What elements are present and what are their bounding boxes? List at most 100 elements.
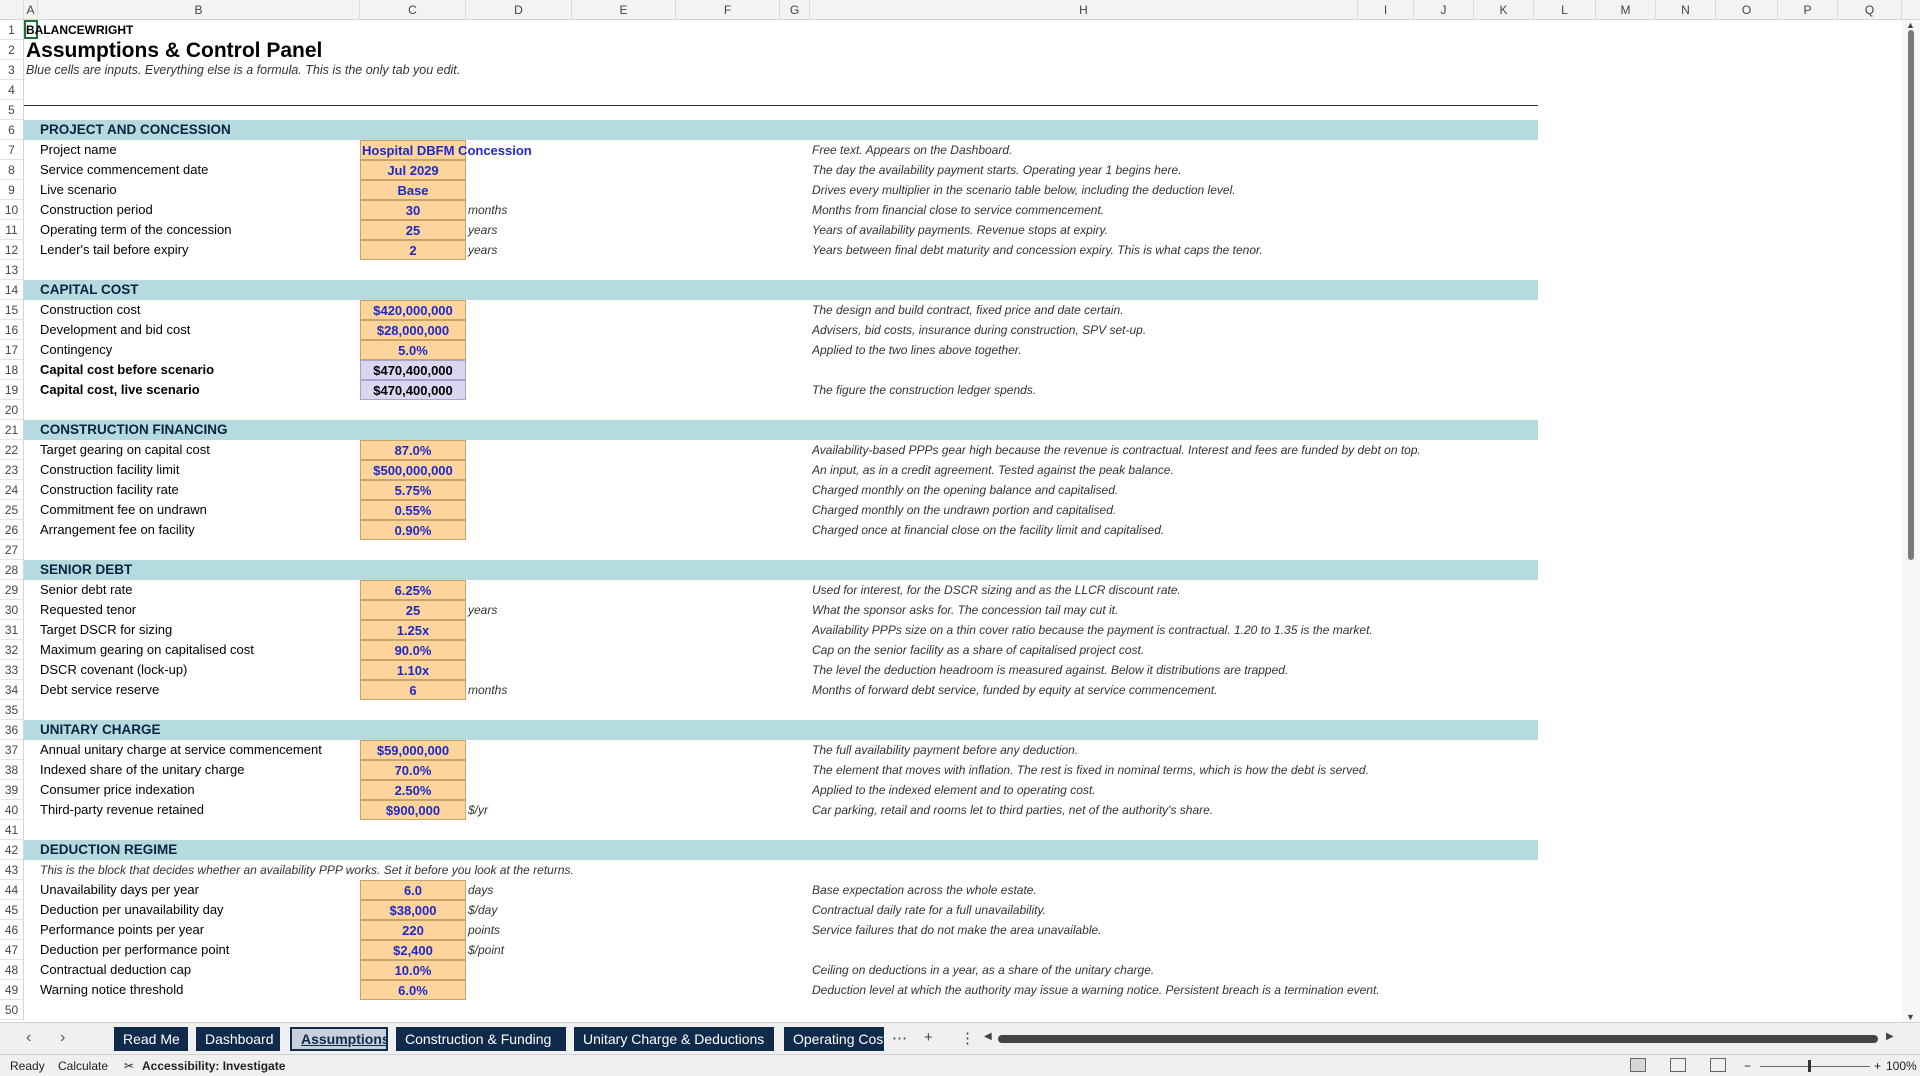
row-label[interactable]: Requested tenor bbox=[40, 600, 136, 620]
input-deduction-cap[interactable]: 10.0% bbox=[360, 960, 466, 980]
row-label[interactable]: Maximum gearing on capitalised cost bbox=[40, 640, 254, 660]
row-header[interactable]: 20 bbox=[0, 400, 24, 420]
col-header-b[interactable]: B bbox=[38, 0, 360, 20]
col-header-h[interactable]: H bbox=[810, 0, 1358, 20]
input-service-commencement[interactable]: Jul 2029 bbox=[360, 160, 466, 180]
row-label[interactable]: Development and bid cost bbox=[40, 320, 190, 340]
row-header[interactable]: 24 bbox=[0, 480, 24, 500]
row-label[interactable]: Service commencement date bbox=[40, 160, 208, 180]
row-header[interactable]: 36 bbox=[0, 720, 24, 740]
col-header-o[interactable]: O bbox=[1716, 0, 1778, 20]
row-header[interactable]: 47 bbox=[0, 940, 24, 960]
input-development-cost[interactable]: $28,000,000 bbox=[360, 320, 466, 340]
row-note[interactable]: Advisers, bid costs, insurance during co… bbox=[812, 320, 1146, 340]
row-label[interactable]: Construction period bbox=[40, 200, 153, 220]
row-header[interactable]: 34 bbox=[0, 680, 24, 700]
row-note[interactable]: Applied to the indexed element and to op… bbox=[812, 780, 1096, 800]
row-label[interactable]: Deduction per performance point bbox=[40, 940, 229, 960]
row-header[interactable]: 11 bbox=[0, 220, 24, 240]
input-construction-period[interactable]: 30 bbox=[360, 200, 466, 220]
row-label[interactable]: Indexed share of the unitary charge bbox=[40, 760, 245, 780]
row-note[interactable]: Availability PPPs size on a thin cover r… bbox=[812, 620, 1373, 640]
row-label[interactable]: Construction facility limit bbox=[40, 460, 179, 480]
input-indexed-share[interactable]: 70.0% bbox=[360, 760, 466, 780]
input-requested-tenor[interactable]: 25 bbox=[360, 600, 466, 620]
col-header-k[interactable]: K bbox=[1474, 0, 1534, 20]
col-header-d[interactable]: D bbox=[466, 0, 572, 20]
row-note[interactable]: Used for interest, for the DSCR sizing a… bbox=[812, 580, 1181, 600]
row-header[interactable]: 33 bbox=[0, 660, 24, 680]
row-header[interactable]: 17 bbox=[0, 340, 24, 360]
row-header[interactable]: 49 bbox=[0, 980, 24, 1000]
row-unit[interactable]: points bbox=[468, 920, 500, 940]
input-facility-rate[interactable]: 5.75% bbox=[360, 480, 466, 500]
row-header[interactable]: 42 bbox=[0, 840, 24, 860]
row-label[interactable]: Performance points per year bbox=[40, 920, 204, 940]
row-note[interactable]: Service failures that do not make the ar… bbox=[812, 920, 1102, 940]
row-header[interactable]: 7 bbox=[0, 140, 24, 160]
col-header-p[interactable]: P bbox=[1778, 0, 1838, 20]
row-note[interactable]: Availability-based PPPs gear high becaus… bbox=[812, 440, 1421, 460]
row-note[interactable]: The full availability payment before any… bbox=[812, 740, 1078, 760]
row-note[interactable]: Deduction level at which the authority m… bbox=[812, 980, 1380, 1000]
col-header-g[interactable]: G bbox=[780, 0, 810, 20]
row-header[interactable]: 23 bbox=[0, 460, 24, 480]
row-unit[interactable]: years bbox=[468, 240, 497, 260]
tab-read-me[interactable]: Read Me bbox=[114, 1027, 188, 1051]
input-cpi[interactable]: 2.50% bbox=[360, 780, 466, 800]
row-header[interactable]: 48 bbox=[0, 960, 24, 980]
row-unit[interactable]: $/day bbox=[468, 900, 497, 920]
sheet-grid[interactable]: BALANCEWRIGHT Assumptions & Control Pane… bbox=[24, 20, 1902, 1022]
row-note[interactable]: The element that moves with inflation. T… bbox=[812, 760, 1369, 780]
row-note[interactable]: Charged monthly on the undrawn portion a… bbox=[812, 500, 1116, 520]
tab-construction-funding[interactable]: Construction & Funding bbox=[396, 1027, 566, 1051]
row-header[interactable]: 3 bbox=[0, 60, 24, 80]
row-label[interactable]: Contractual deduction cap bbox=[40, 960, 191, 980]
row-label[interactable]: Capital cost before scenario bbox=[40, 360, 214, 380]
row-note[interactable]: Drives every multiplier in the scenario … bbox=[812, 180, 1236, 200]
section-header-unitary[interactable]: UNITARY CHARGE bbox=[24, 720, 1538, 740]
row-header[interactable]: 28 bbox=[0, 560, 24, 580]
col-header-m[interactable]: M bbox=[1596, 0, 1656, 20]
row-note[interactable]: Applied to the two lines above together. bbox=[812, 340, 1022, 360]
row-header[interactable]: 44 bbox=[0, 880, 24, 900]
calc-capital-cost-before[interactable]: $470,400,000 bbox=[360, 360, 466, 380]
row-header[interactable]: 43 bbox=[0, 860, 24, 880]
row-header[interactable]: 41 bbox=[0, 820, 24, 840]
row-note[interactable]: Base expectation across the whole estate… bbox=[812, 880, 1037, 900]
row-header[interactable]: 30 bbox=[0, 600, 24, 620]
section-header-project[interactable]: PROJECT AND CONCESSION bbox=[24, 120, 1538, 140]
calculate-button[interactable]: Calculate bbox=[58, 1059, 108, 1073]
row-label[interactable]: Target gearing on capital cost bbox=[40, 440, 210, 460]
options-icon[interactable]: ⋮ bbox=[960, 1029, 975, 1047]
input-facility-limit[interactable]: $500,000,000 bbox=[360, 460, 466, 480]
tab-unitary-charge[interactable]: Unitary Charge & Deductions bbox=[574, 1027, 774, 1051]
scroll-down-icon[interactable]: ▼ bbox=[1906, 1012, 1915, 1022]
vertical-scrollbar[interactable]: ▲ ▼ bbox=[1902, 20, 1920, 1022]
row-label[interactable]: DSCR covenant (lock-up) bbox=[40, 660, 187, 680]
col-header-c[interactable]: C bbox=[360, 0, 466, 20]
horizontal-scroll-thumb[interactable] bbox=[998, 1035, 1878, 1043]
row-header[interactable]: 46 bbox=[0, 920, 24, 940]
row-label[interactable]: Construction facility rate bbox=[40, 480, 179, 500]
row-label[interactable]: Commitment fee on undrawn bbox=[40, 500, 207, 520]
row-header[interactable]: 9 bbox=[0, 180, 24, 200]
row-header[interactable]: 27 bbox=[0, 540, 24, 560]
input-target-gearing[interactable]: 87.0% bbox=[360, 440, 466, 460]
row-header[interactable]: 12 bbox=[0, 240, 24, 260]
row-label[interactable]: Warning notice threshold bbox=[40, 980, 183, 1000]
row-label[interactable]: Live scenario bbox=[40, 180, 117, 200]
row-note[interactable]: Free text. Appears on the Dashboard. bbox=[812, 140, 1012, 160]
input-arrangement-fee[interactable]: 0.90% bbox=[360, 520, 466, 540]
row-unit[interactable]: days bbox=[468, 880, 493, 900]
plus-icon[interactable]: + bbox=[924, 1029, 933, 1046]
input-warning-threshold[interactable]: 6.0% bbox=[360, 980, 466, 1000]
col-header-e[interactable]: E bbox=[572, 0, 676, 20]
row-note[interactable]: The figure the construction ledger spend… bbox=[812, 380, 1036, 400]
row-label[interactable]: Target DSCR for sizing bbox=[40, 620, 172, 640]
section-header-capital[interactable]: CAPITAL COST bbox=[24, 280, 1538, 300]
row-note[interactable]: Charged monthly on the opening balance a… bbox=[812, 480, 1118, 500]
input-live-scenario[interactable]: Base bbox=[360, 180, 466, 200]
row-label[interactable]: Third-party revenue retained bbox=[40, 800, 204, 820]
input-annual-unitary-charge[interactable]: $59,000,000 bbox=[360, 740, 466, 760]
